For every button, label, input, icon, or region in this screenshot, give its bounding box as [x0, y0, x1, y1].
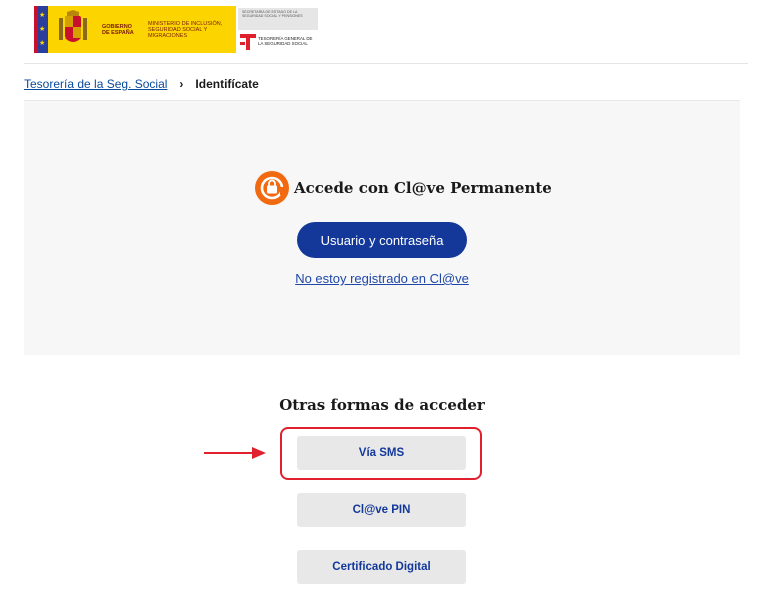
tgss-logo-icon: [240, 34, 256, 50]
clave-pin-button[interactable]: Cl@ve PIN: [297, 493, 466, 527]
not-registered-link: No estoy registrado en Cl@ve: [24, 271, 740, 286]
tgss-logo[interactable]: TESORERÍA GENERAL DE LA SEGURIDAD SOCIAL: [238, 30, 318, 52]
tgss-label: TESORERÍA GENERAL DE LA SEGURIDAD SOCIAL: [258, 36, 313, 46]
digital-certificate-button[interactable]: Certificado Digital: [297, 550, 466, 584]
government-label: GOBIERNO DE ESPAÑA: [102, 23, 134, 36]
ministry-label: MINISTERIO DE INCLUSIÓN, SEGURIDAD SOCIA…: [148, 20, 223, 39]
user-password-button[interactable]: Usuario y contraseña: [297, 222, 467, 258]
other-methods-title: Otras formas de acceder: [279, 396, 485, 414]
clave-icon: [255, 171, 289, 205]
government-logo[interactable]: ★ ★ ★ GOBIERNO DE ESPAÑA MINISTERIO DE I…: [34, 6, 236, 53]
arrow-right-icon: [204, 447, 266, 459]
not-registered-link-text[interactable]: No estoy registrado en Cl@ve: [295, 271, 469, 286]
flag-strip: ★ ★ ★: [34, 6, 48, 53]
coat-of-arms-icon: [59, 9, 87, 42]
breadcrumb-current: Identifícate: [195, 77, 259, 91]
panel-title: Accede con Cl@ve Permanente: [294, 179, 552, 197]
panel-title-row: Accede con Cl@ve Permanente: [255, 171, 552, 205]
sms-button[interactable]: Vía SMS: [297, 436, 466, 470]
breadcrumb: Tesorería de la Seg. Social › Identifíca…: [24, 76, 259, 92]
breadcrumb-parent-link[interactable]: Tesorería de la Seg. Social: [24, 77, 167, 91]
secretary-label: SECRETARÍA DE ESTADO DE LA SEGURIDAD SOC…: [242, 10, 303, 18]
clave-permanente-panel: Accede con Cl@ve Permanente Usuario y co…: [24, 101, 740, 355]
chevron-right-icon: ›: [179, 77, 184, 91]
header-divider: [24, 63, 748, 64]
